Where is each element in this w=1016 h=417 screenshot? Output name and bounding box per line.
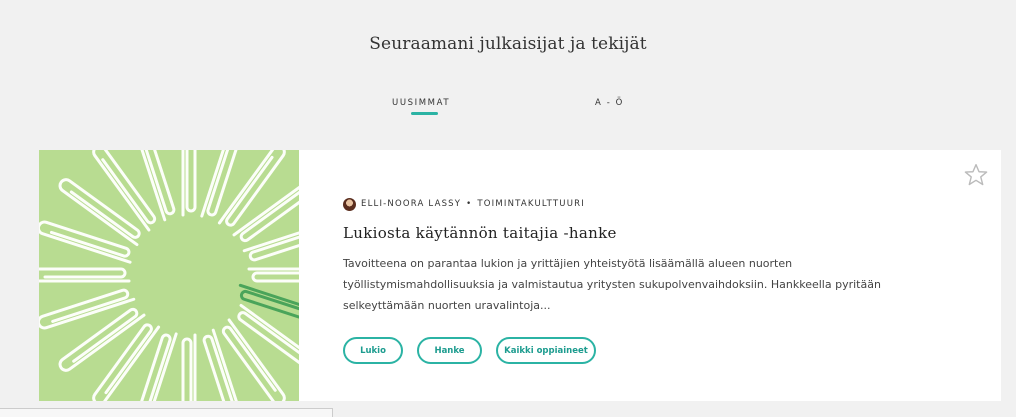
tag-lukio[interactable]: Lukio <box>343 337 403 364</box>
tag-hanke[interactable]: Hanke <box>417 337 482 364</box>
meta-separator: • <box>466 199 473 209</box>
paperclips-illustration <box>39 150 299 401</box>
active-tab-indicator <box>411 112 438 115</box>
tag-all-subjects[interactable]: Kaikki oppiaineet <box>496 337 596 364</box>
avatar <box>343 197 356 211</box>
author-name[interactable]: ELLI-NOORA LASSY <box>361 199 461 209</box>
sort-tabs: UUSIMMAT A - Ö <box>0 98 1016 128</box>
category-label[interactable]: TOIMINTAKULTTUURI <box>477 199 585 209</box>
card-image[interactable] <box>39 150 299 401</box>
card-meta: ELLI-NOORA LASSY • TOIMINTAKULTTUURI <box>343 197 585 211</box>
tab-alphabetical[interactable]: A - Ö <box>595 98 624 108</box>
tab-newest[interactable]: UUSIMMAT <box>392 98 450 108</box>
tag-list: Lukio Hanke Kaikki oppiaineet <box>343 337 610 364</box>
browser-status-bar <box>0 408 333 417</box>
page-title: Seuraamani julkaisijat ja tekijät <box>369 34 647 54</box>
card-description: Tavoitteena on parantaa lukion ja yrittä… <box>343 257 881 312</box>
publication-card[interactable]: ELLI-NOORA LASSY • TOIMINTAKULTTUURI Luk… <box>39 150 1001 401</box>
card-title[interactable]: Lukiosta käytännön taitajia -hanke <box>343 224 617 242</box>
star-outline-icon[interactable] <box>963 162 989 188</box>
